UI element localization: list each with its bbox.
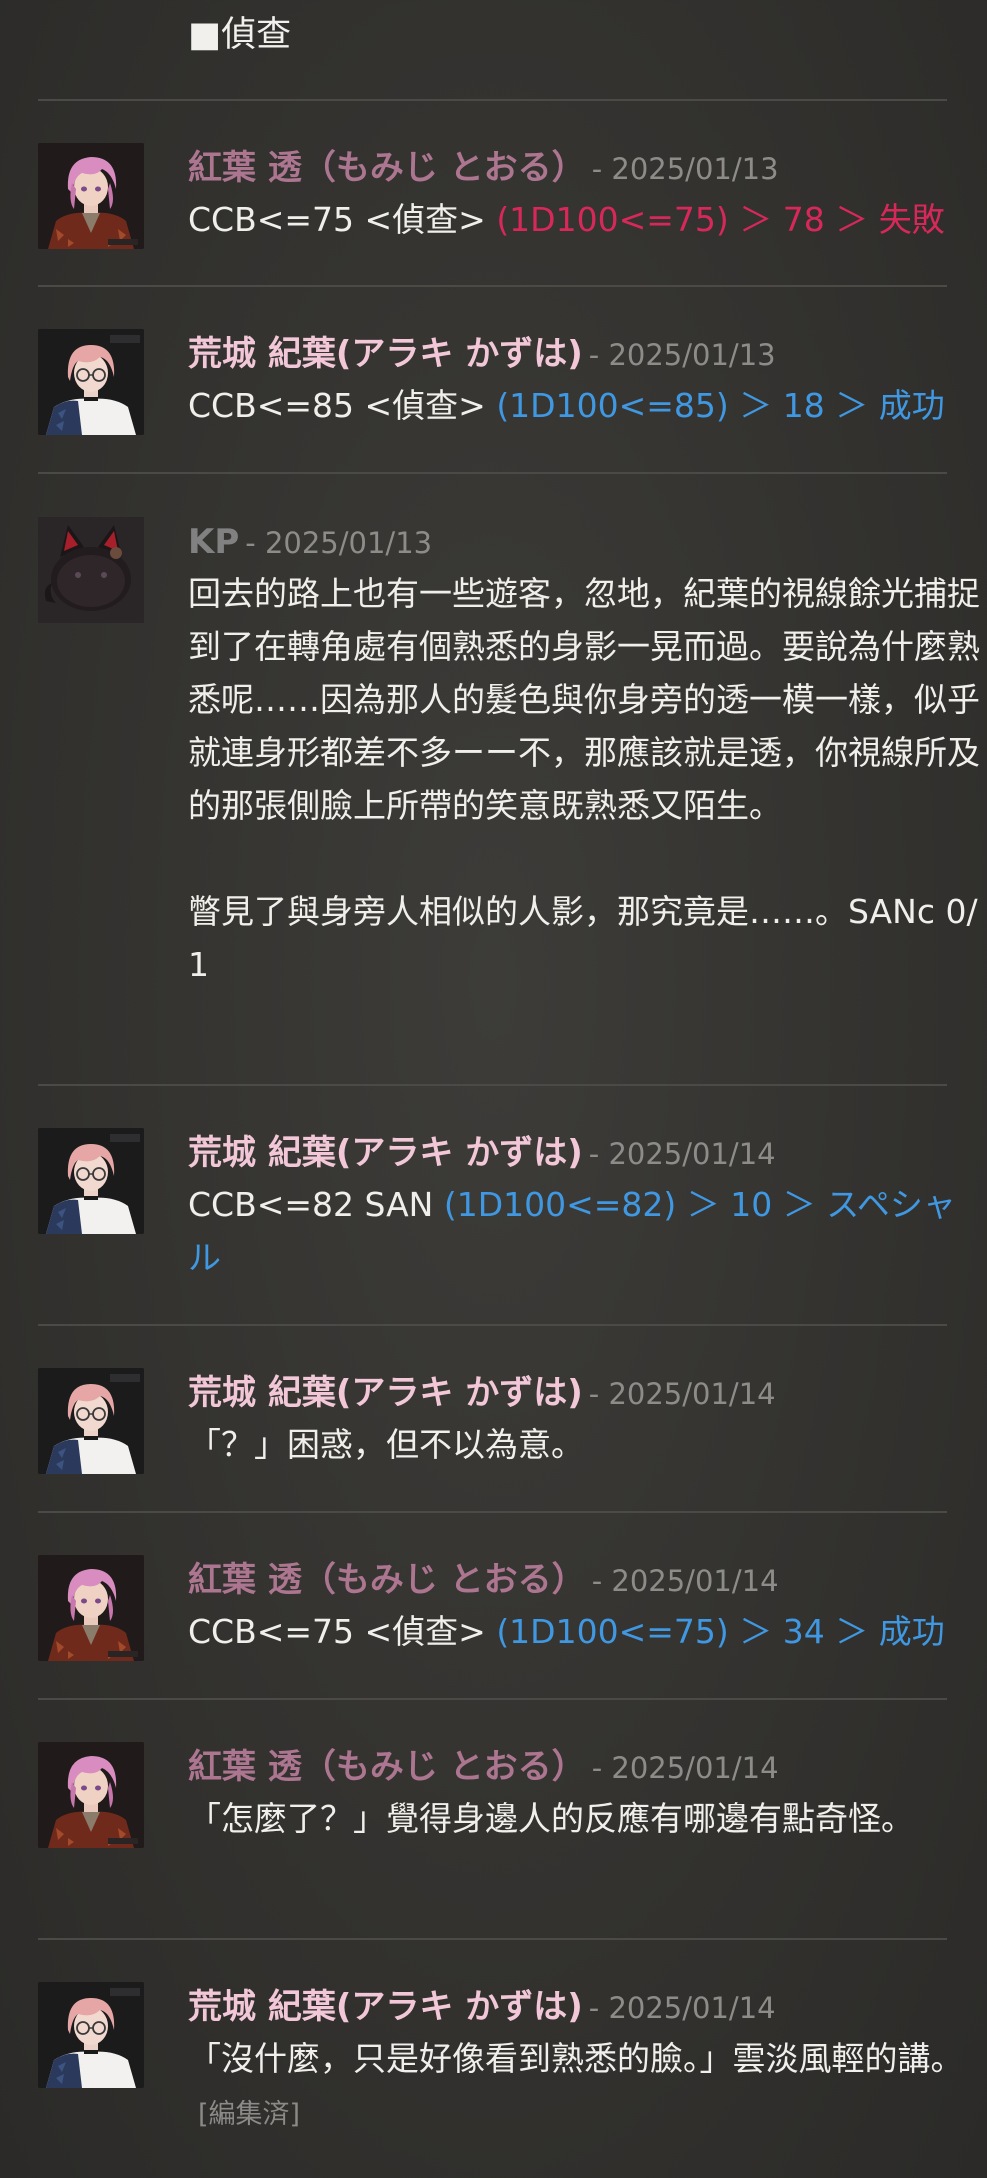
message-header: 荒城 紀葉(アラキ かずは) - 2025/01/14: [188, 1368, 987, 1418]
message-text: 「？」困惑，但不以為意。: [188, 1425, 584, 1464]
message-date: - 2025/01/14: [588, 1377, 776, 1411]
pink-haired-glasses-avatar-icon: [38, 1982, 144, 2088]
avatar[interactable]: [38, 329, 144, 435]
speaker-name: 荒城 紀葉(アラキ かずは): [188, 1373, 583, 1413]
message-text: CCB<=85 <偵查> (1D100<=85) ＞ 18 ＞ 成功: [188, 379, 987, 432]
pink-haired-glasses-avatar-icon: [38, 329, 144, 435]
divider: [38, 472, 947, 474]
message-date: - 2025/01/13: [245, 526, 433, 560]
avatar[interactable]: [38, 1982, 144, 2088]
message-date: - 2025/01/14: [591, 1751, 779, 1785]
message-body: 紅葉 透（もみじ とおる） - 2025/01/14 「怎麼了？」覺得身邊人的反應…: [188, 1742, 987, 1845]
message-text: CCB<=75 <偵查> (1D100<=75) ＞ 78 ＞ 失敗: [188, 193, 987, 246]
top-line-text: ■偵查: [188, 15, 292, 55]
dice-result: (1D100<=85) ＞ 18 ＞ 成功: [496, 386, 945, 425]
message-header: 荒城 紀葉(アラキ かずは) - 2025/01/13: [188, 329, 987, 379]
message-header: 紅葉 透（もみじ とおる） - 2025/01/13: [188, 143, 987, 193]
dice-command: CCB<=75 <偵查>: [188, 200, 486, 239]
dice-result: (1D100<=75) ＞ 78 ＞ 失敗: [496, 200, 945, 239]
message-body: 紅葉 透（もみじ とおる） - 2025/01/13 CCB<=75 <偵查> (…: [188, 143, 987, 246]
message-body: 荒城 紀葉(アラキ かずは) - 2025/01/14 CCB<=82 SAN (…: [188, 1128, 987, 1284]
message-date: - 2025/01/14: [588, 1137, 776, 1171]
divider: [38, 285, 947, 287]
speaker-name: 紅葉 透（もみじ とおる）: [188, 1747, 586, 1787]
avatar[interactable]: [38, 143, 144, 249]
speaker-name: KP: [188, 522, 240, 562]
message-header: 荒城 紀葉(アラキ かずは) - 2025/01/14: [188, 1128, 987, 1178]
message-date: - 2025/01/14: [588, 1991, 776, 2025]
dice-command: CCB<=85 <偵查>: [188, 386, 486, 425]
avatar[interactable]: [38, 1368, 144, 1474]
pink-haired-boy-avatar-icon: [38, 1555, 144, 1661]
pink-haired-glasses-avatar-icon: [38, 1368, 144, 1474]
avatar[interactable]: [38, 1555, 144, 1661]
message-header: 紅葉 透（もみじ とおる） - 2025/01/14: [188, 1742, 987, 1792]
message-body: 荒城 紀葉(アラキ かずは) - 2025/01/14 「？」困惑，但不以為意。: [188, 1368, 987, 1471]
speaker-name: 荒城 紀葉(アラキ かずは): [188, 334, 583, 374]
speaker-name: 荒城 紀葉(アラキ かずは): [188, 1987, 583, 2027]
message-header: 荒城 紀葉(アラキ かずは) - 2025/01/14: [188, 1982, 987, 2032]
edited-label: [編集済]: [198, 2099, 301, 2130]
message-text: 回去的路上也有一些遊客，忽地，紀葉的視線餘光捕捉到了在轉角處有個熟悉的身影一晃而…: [188, 574, 980, 825]
message-text: 瞥見了與身旁人相似的人影，那究竟是……。SANc 0/1: [188, 892, 978, 984]
divider: [38, 1698, 947, 1700]
message-date: - 2025/01/13: [591, 152, 779, 186]
message-header: KP - 2025/01/13: [188, 517, 987, 567]
divider: [38, 1084, 947, 1086]
message-date: - 2025/01/13: [588, 338, 776, 372]
message-body: KP - 2025/01/13 回去的路上也有一些遊客，忽地，紀葉的視線餘光捕捉到…: [188, 517, 987, 991]
pink-haired-boy-avatar-icon: [38, 143, 144, 249]
message-text: 「沒什麼，只是好像看到熟悉的臉。」雲淡風輕的講。 [編集済]: [188, 2032, 987, 2141]
divider: [38, 1511, 947, 1513]
message-text-content: 「沒什麼，只是好像看到熟悉的臉。」雲淡風輕的講。: [188, 2039, 964, 2078]
message-body: 紅葉 透（もみじ とおる） - 2025/01/14 CCB<=75 <偵查> (…: [188, 1555, 987, 1658]
divider: [38, 99, 947, 101]
dice-command: CCB<=82 SAN: [188, 1185, 434, 1224]
message-header: 紅葉 透（もみじ とおる） - 2025/01/14: [188, 1555, 987, 1605]
divider: [38, 1938, 947, 1940]
speaker-name: 荒城 紀葉(アラキ かずは): [188, 1133, 583, 1173]
message-body: 荒城 紀葉(アラキ かずは) - 2025/01/14 「沒什麼，只是好像看到熟悉…: [188, 1982, 987, 2141]
speaker-name: 紅葉 透（もみじ とおる）: [188, 148, 586, 188]
pink-haired-boy-avatar-icon: [38, 1742, 144, 1848]
message-text: CCB<=82 SAN (1D100<=82) ＞ 10 ＞ スペシャル: [188, 1178, 987, 1284]
pink-haired-glasses-avatar-icon: [38, 1128, 144, 1234]
avatar[interactable]: [38, 1742, 144, 1848]
divider: [38, 1324, 947, 1326]
message-text: 「怎麼了？」覺得身邊人的反應有哪邊有點奇怪。: [188, 1799, 914, 1838]
avatar[interactable]: [38, 517, 144, 623]
message-date: - 2025/01/14: [591, 1564, 779, 1598]
dice-command: CCB<=75 <偵查>: [188, 1612, 486, 1651]
black-cat-avatar-icon: [38, 517, 144, 623]
message-body: 荒城 紀葉(アラキ かずは) - 2025/01/13 CCB<=85 <偵查> …: [188, 329, 987, 432]
dice-result: (1D100<=75) ＞ 34 ＞ 成功: [496, 1612, 945, 1651]
avatar[interactable]: [38, 1128, 144, 1234]
speaker-name: 紅葉 透（もみじ とおる）: [188, 1560, 586, 1600]
message-text: CCB<=75 <偵查> (1D100<=75) ＞ 34 ＞ 成功: [188, 1605, 987, 1658]
